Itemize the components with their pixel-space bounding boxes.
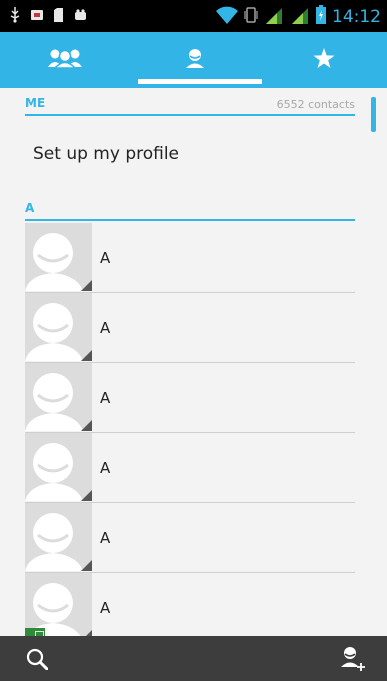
contact-name: A	[100, 529, 111, 547]
contact-row[interactable]: A	[25, 293, 355, 363]
contact-name: A	[100, 599, 111, 617]
sd-card-icon	[54, 8, 63, 27]
set-up-profile-item[interactable]: Set up my profile	[33, 144, 179, 164]
avatar-quick-contact-corner	[81, 490, 92, 501]
me-section-title: ME	[25, 96, 46, 110]
system-icons: 14:12	[216, 5, 381, 28]
avatar[interactable]	[25, 503, 92, 571]
scrollbar[interactable]	[371, 97, 376, 132]
signal-icon	[264, 6, 284, 28]
search-button[interactable]	[26, 648, 49, 674]
clock: 14:12	[332, 6, 381, 27]
contact-row[interactable]: A	[25, 223, 355, 293]
default-avatar-icon	[27, 583, 81, 636]
contacts-count: 6552 contacts	[276, 98, 355, 111]
add-contact-icon	[340, 647, 366, 676]
notification-area	[10, 7, 88, 28]
avatar[interactable]	[25, 573, 92, 636]
bottom-action-bar	[0, 636, 387, 681]
selected-tab-indicator	[138, 79, 262, 84]
avatar[interactable]	[25, 363, 92, 431]
contacts-list-panel[interactable]: ME 6552 contacts Set up my profile A A A…	[0, 88, 387, 636]
android-icon	[73, 8, 88, 27]
person-icon	[185, 48, 205, 72]
contact-row[interactable]: A	[25, 503, 355, 573]
avatar[interactable]	[25, 433, 92, 501]
contact-name: A	[100, 459, 111, 477]
wifi-icon	[216, 6, 238, 28]
contact-row[interactable]: A	[25, 573, 355, 636]
tab-favorites[interactable]	[260, 32, 387, 88]
notification-icon	[30, 8, 44, 27]
battery-icon	[316, 5, 326, 28]
avatar-quick-contact-corner	[81, 420, 92, 431]
avatar-quick-contact-corner	[81, 350, 92, 361]
avatar-quick-contact-corner	[81, 280, 92, 291]
contact-row[interactable]: A	[25, 433, 355, 503]
contact-list: A A A A A A	[25, 223, 355, 636]
star-icon	[313, 47, 335, 73]
avatar[interactable]	[25, 223, 92, 291]
search-icon	[26, 648, 49, 674]
avatar[interactable]	[25, 293, 92, 361]
section-header-a: A	[25, 195, 355, 221]
avatar-quick-contact-corner	[81, 560, 92, 571]
groups-icon	[47, 48, 83, 72]
contact-row[interactable]: A	[25, 363, 355, 433]
sim-card-icon	[25, 628, 45, 636]
vibrate-icon	[244, 6, 258, 28]
contact-name: A	[100, 249, 111, 267]
contact-name: A	[100, 389, 111, 407]
contact-name: A	[100, 319, 111, 337]
usb-icon	[10, 7, 20, 28]
tab-bar	[0, 32, 387, 88]
tab-groups[interactable]	[0, 32, 130, 88]
add-contact-button[interactable]	[340, 646, 366, 676]
status-bar: 14:12	[0, 0, 387, 32]
me-section-header: ME 6552 contacts	[25, 90, 355, 116]
section-title-a: A	[25, 201, 35, 215]
signal-icon	[290, 6, 310, 28]
